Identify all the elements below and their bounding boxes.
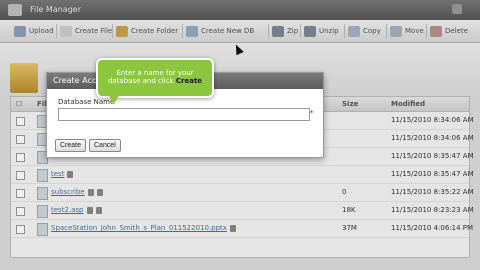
tooltip-emphasis: Create: [175, 77, 203, 85]
cancel-button[interactable]: Cancel: [89, 139, 121, 152]
tooltip-pointer: [108, 94, 120, 104]
required-marker: *: [310, 109, 314, 117]
database-name-input[interactable]: [58, 108, 310, 121]
tooltip-line-2-text: database and click: [107, 77, 176, 85]
instruction-tooltip: Enter a name for your database and click…: [96, 58, 214, 104]
tooltip-line-1: Enter a name for your: [116, 69, 194, 77]
tooltip-line-2: database and click Create: [98, 77, 212, 85]
create-button[interactable]: Create: [55, 139, 87, 152]
database-name-label: Database Name: [58, 98, 115, 106]
